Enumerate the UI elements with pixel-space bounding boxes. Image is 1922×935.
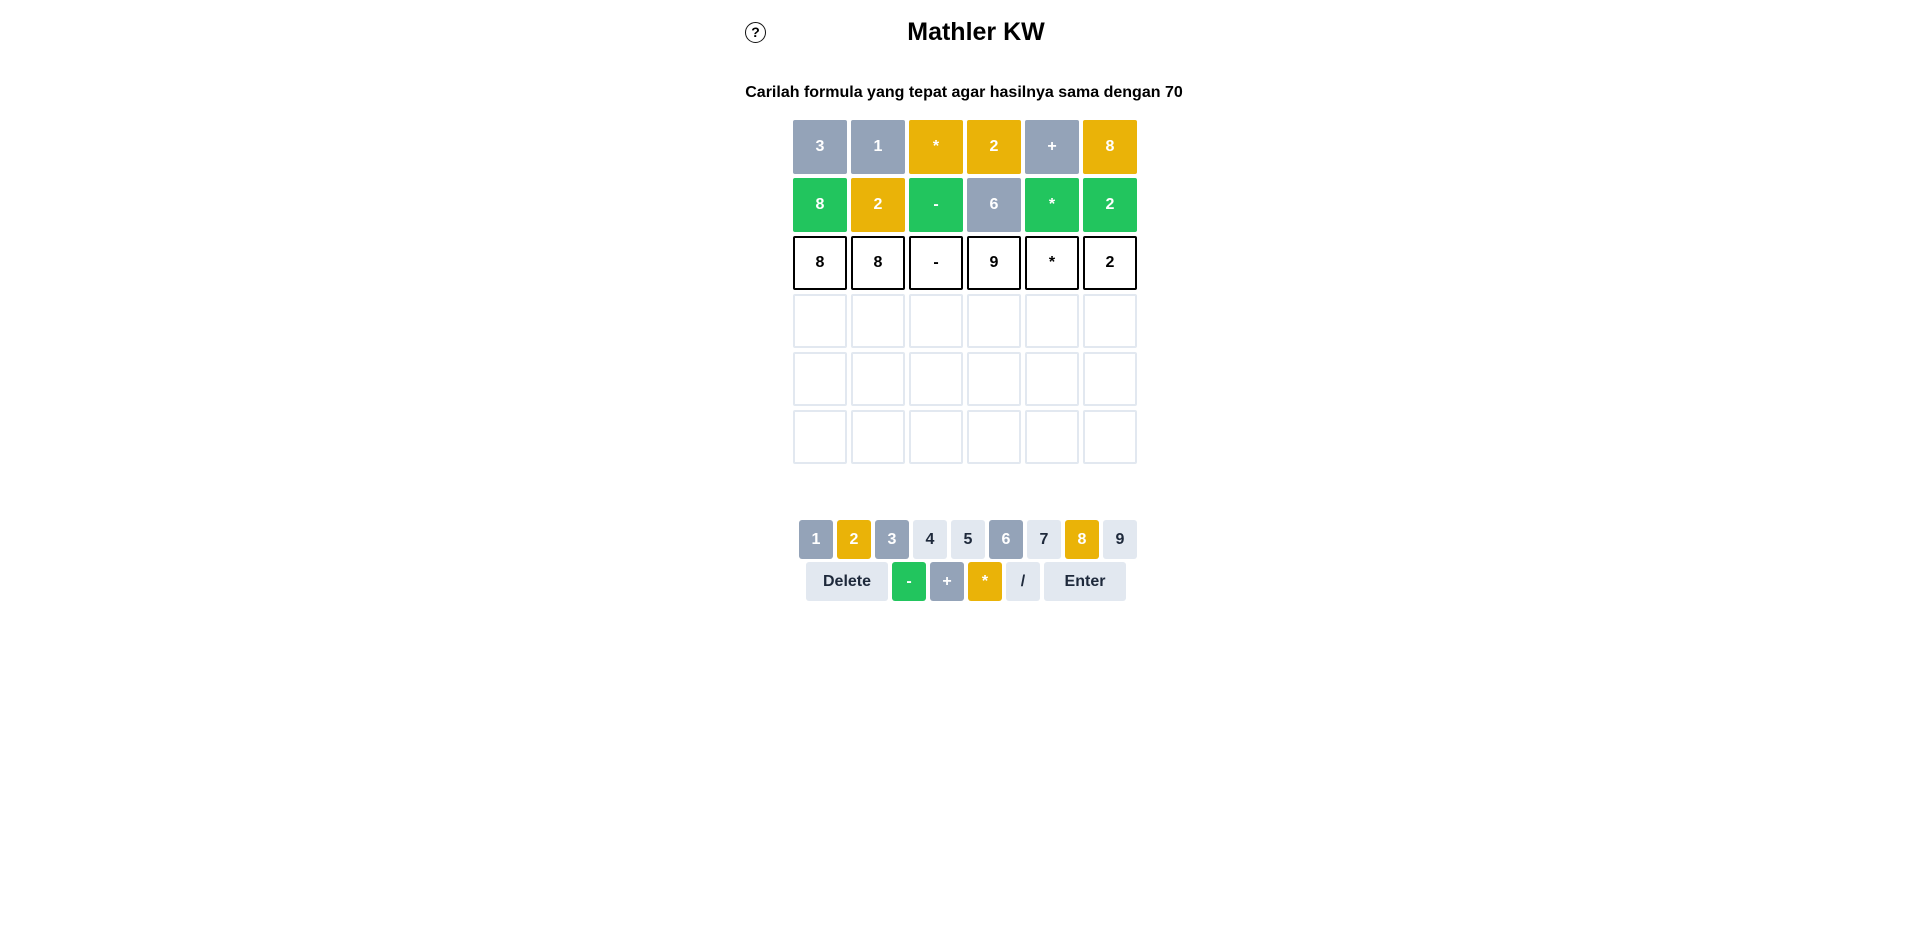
grid-cell [909,410,963,464]
grid-cell [851,294,905,348]
enter-button[interactable]: Enter [1044,562,1126,601]
grid-cell [1025,294,1079,348]
grid-cell: 2 [851,178,905,232]
key-3[interactable]: 3 [875,520,909,559]
grid-cell [909,294,963,348]
grid-cell [1025,410,1079,464]
key-7[interactable]: 7 [1027,520,1061,559]
grid-cell [1083,294,1137,348]
grid-cell: 2 [1083,236,1137,290]
key-plus[interactable]: + [930,562,964,601]
key-divide[interactable]: / [1006,562,1040,601]
grid-cell: 8 [851,236,905,290]
grid-cell [967,294,1021,348]
grid-cell: 8 [793,178,847,232]
grid-cell [1083,410,1137,464]
grid-cell [967,410,1021,464]
grid-cell: * [1025,236,1079,290]
grid-cell: + [1025,120,1079,174]
delete-button[interactable]: Delete [806,562,888,601]
grid-cell: 8 [793,236,847,290]
grid-cell: 2 [967,120,1021,174]
key-6[interactable]: 6 [989,520,1023,559]
grid-cell: 1 [851,120,905,174]
grid-cell [851,410,905,464]
grid-cell [909,352,963,406]
grid-cell: 6 [967,178,1021,232]
key-5[interactable]: 5 [951,520,985,559]
key-1[interactable]: 1 [799,520,833,559]
key-2[interactable]: 2 [837,520,871,559]
digit-key-row: 1 2 3 4 5 6 7 8 9 [799,520,1137,559]
grid-cell: 3 [793,120,847,174]
key-minus[interactable]: - [892,562,926,601]
grid-cell: * [1025,178,1079,232]
grid-cell: 8 [1083,120,1137,174]
grid-cell [793,294,847,348]
grid-cell: * [909,120,963,174]
operator-key-row: Delete - + * / Enter [806,562,1126,601]
mathler-page: ? Mathler KW Carilah formula yang tepat … [0,0,1922,935]
grid-cell [793,410,847,464]
grid-cell [1083,352,1137,406]
key-8[interactable]: 8 [1065,520,1099,559]
grid-cell: - [909,236,963,290]
grid-cell [967,352,1021,406]
grid-cell [793,352,847,406]
guess-grid: 3 1 * 2 + 8 8 2 - 6 * 2 8 8 - 9 * 2 [793,120,1137,464]
grid-cell: 2 [1083,178,1137,232]
grid-cell: - [909,178,963,232]
key-multiply[interactable]: * [968,562,1002,601]
key-4[interactable]: 4 [913,520,947,559]
key-9[interactable]: 9 [1103,520,1137,559]
grid-cell [1025,352,1079,406]
instruction-text: Carilah formula yang tepat agar hasilnya… [745,84,1183,101]
grid-cell [851,352,905,406]
grid-cell: 9 [967,236,1021,290]
page-title: Mathler KW [907,18,1045,46]
